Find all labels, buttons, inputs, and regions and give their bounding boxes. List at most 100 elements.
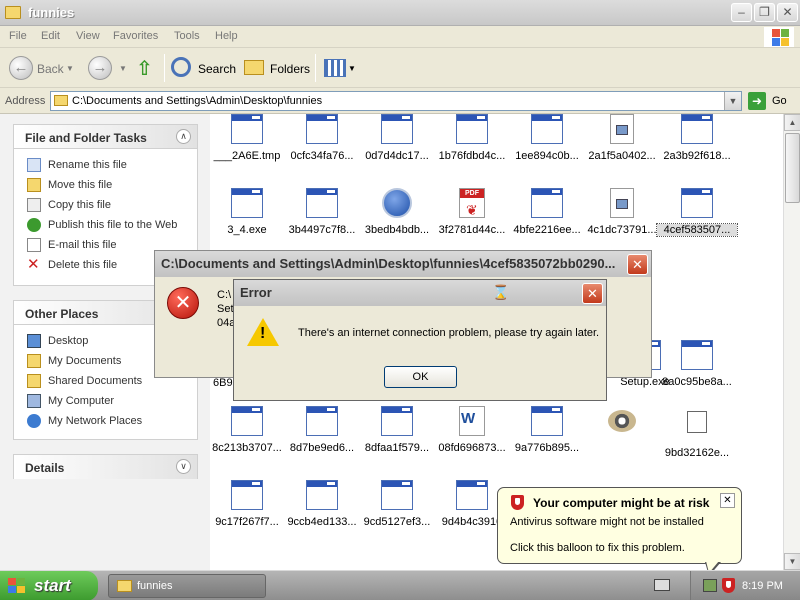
scroll-up-icon[interactable]: ▲ [784, 114, 800, 131]
file-name: 9bd32162e... [664, 447, 730, 459]
file-item[interactable]: W 08fd696873... [432, 406, 512, 454]
file-item[interactable]: 9a776b895... [507, 406, 587, 454]
scroll-down-icon[interactable]: ▼ [784, 553, 800, 570]
security-center-icon[interactable] [722, 578, 735, 593]
dialog-close-button[interactable]: ✕ [627, 254, 648, 275]
file-name: 2a3b92f618... [663, 150, 731, 162]
panel-header[interactable]: Details ∨ [14, 455, 197, 479]
menu-favorites[interactable]: Favorites [113, 30, 158, 42]
file-item[interactable]: 4c1dc73791... [582, 188, 662, 236]
file-item[interactable] [582, 406, 662, 446]
close-button[interactable]: ✕ [777, 3, 798, 22]
file-item[interactable]: 3_4.exe [207, 188, 287, 236]
place-my-computer[interactable]: My Computer [14, 391, 197, 411]
keyboard-icon[interactable] [654, 579, 670, 591]
go-button[interactable]: Go [772, 95, 787, 107]
forward-arrow-icon[interactable]: → [88, 56, 112, 80]
menu-tools[interactable]: Tools [174, 30, 200, 42]
file-item[interactable]: ___2A6E.tmp [207, 114, 287, 162]
application-icon [306, 406, 338, 438]
folders-button[interactable]: Folders [270, 62, 310, 76]
menu-bar: File Edit View Favorites Tools Help [0, 26, 800, 48]
go-arrow-icon[interactable]: ➜ [748, 92, 766, 110]
file-item[interactable]: 3b4497c7f8... [282, 188, 362, 236]
collapse-icon[interactable]: ∧ [176, 129, 191, 144]
search-icon[interactable] [171, 57, 191, 77]
file-item[interactable]: 0cfc34fa76... [282, 114, 362, 162]
application-icon [531, 188, 563, 220]
file-name: 8dfaa1f579... [364, 442, 430, 454]
rename-file-task[interactable]: Rename this file [14, 155, 197, 175]
vertical-scrollbar[interactable]: ▲ ▼ [783, 114, 800, 570]
file-name: 3_4.exe [227, 224, 267, 236]
folders-icon[interactable] [244, 60, 264, 75]
dialog-titlebar[interactable]: Error ⌛ ✕ [234, 280, 606, 306]
balloon-line2[interactable]: Click this balloon to fix this problem. [510, 542, 685, 554]
back-dropdown-icon[interactable]: ▼ [66, 64, 74, 73]
back-arrow-icon[interactable]: ← [9, 56, 33, 80]
menu-help[interactable]: Help [215, 30, 238, 42]
application-icon [381, 406, 413, 438]
file-item[interactable]: 2a3b92f618... [657, 114, 737, 162]
copy-file-task[interactable]: Copy this file [14, 195, 197, 215]
file-name: 4c1dc73791... [587, 224, 657, 236]
file-name: 4bfe2216ee... [513, 224, 581, 236]
file-item[interactable]: 8c213b3707... [207, 406, 287, 454]
file-name: ___2A6E.tmp [213, 150, 281, 162]
address-input[interactable]: C:\Documents and Settings\Admin\Desktop\… [50, 91, 742, 111]
back-button[interactable]: Back [37, 62, 64, 76]
my-documents-icon [27, 354, 41, 368]
file-item[interactable]: 9bd32162e... [657, 406, 737, 459]
file-item[interactable]: 9cd5127ef3... [357, 480, 437, 528]
place-my-network-places[interactable]: My Network Places [14, 411, 197, 431]
security-shield-icon [511, 495, 524, 510]
file-item[interactable]: 9ccb4ed133... [282, 480, 362, 528]
maximize-button[interactable]: ❐ [754, 3, 775, 22]
network-tray-icon[interactable] [703, 579, 717, 592]
security-balloon[interactable]: Your computer might be at risk ✕ Antivir… [497, 487, 742, 564]
file-item[interactable]: 3bedb4bdb... [357, 188, 437, 236]
ok-button[interactable]: OK [384, 366, 457, 388]
window-titlebar[interactable]: funnies – ❐ ✕ [0, 0, 800, 26]
balloon-close-icon[interactable]: ✕ [720, 493, 735, 508]
file-item[interactable]: 0d7d4dc17... [357, 114, 437, 162]
menu-view[interactable]: View [76, 30, 100, 42]
file-item[interactable]: PDF ❦ 3f2781d44c... [432, 188, 512, 236]
file-item[interactable]: 8a0c95be8a... [657, 340, 737, 388]
pdf-icon: PDF ❦ [456, 188, 488, 220]
scroll-thumb[interactable] [785, 133, 800, 203]
file-item[interactable]: 1b76fdbd4c... [432, 114, 512, 162]
file-item[interactable]: 2a1f5a0402... [582, 114, 662, 162]
file-item[interactable]: 4bfe2216ee... [507, 188, 587, 236]
file-item[interactable]: 8dfaa1f579... [357, 406, 437, 454]
move-file-task[interactable]: Move this file [14, 175, 197, 195]
up-folder-icon[interactable]: ⇧ [136, 56, 158, 80]
address-dropdown-icon[interactable]: ▼ [724, 92, 741, 110]
file-name: 9ccb4ed133... [287, 516, 357, 528]
taskbar-item-funnies[interactable]: funnies [108, 574, 266, 598]
file-item[interactable]: 9c17f267f7... [207, 480, 287, 528]
start-button[interactable]: start [0, 571, 98, 600]
address-path[interactable]: C:\Documents and Settings\Admin\Desktop\… [72, 95, 322, 107]
views-dropdown-icon[interactable]: ▼ [348, 64, 356, 73]
application-icon [306, 188, 338, 220]
minimize-button[interactable]: – [731, 3, 752, 22]
publish-file-task[interactable]: Publish this file to the Web [14, 215, 197, 235]
clock[interactable]: 8:19 PM [742, 580, 783, 592]
dialog-titlebar[interactable]: C:\Documents and Settings\Admin\Desktop\… [155, 251, 651, 277]
expand-icon[interactable]: ∨ [176, 459, 191, 474]
file-item[interactable]: 1ee894c0b... [507, 114, 587, 162]
my-computer-icon [27, 394, 41, 408]
menu-edit[interactable]: Edit [41, 30, 60, 42]
views-icon[interactable] [324, 59, 346, 77]
forward-dropdown-icon[interactable]: ▼ [119, 64, 127, 73]
error-dialog[interactable]: Error ⌛ ✕ ! There's an internet connecti… [233, 279, 607, 401]
file-item[interactable]: 4cef583507... [656, 188, 738, 237]
search-button[interactable]: Search [198, 62, 236, 76]
file-name: 9a776b895... [514, 442, 580, 454]
dialog-close-button[interactable]: ✕ [582, 283, 603, 304]
panel-header[interactable]: File and Folder Tasks ∧ [14, 125, 197, 149]
menu-file[interactable]: File [9, 30, 27, 42]
file-item[interactable]: 8d7be9ed6... [282, 406, 362, 454]
application-icon [231, 480, 263, 512]
